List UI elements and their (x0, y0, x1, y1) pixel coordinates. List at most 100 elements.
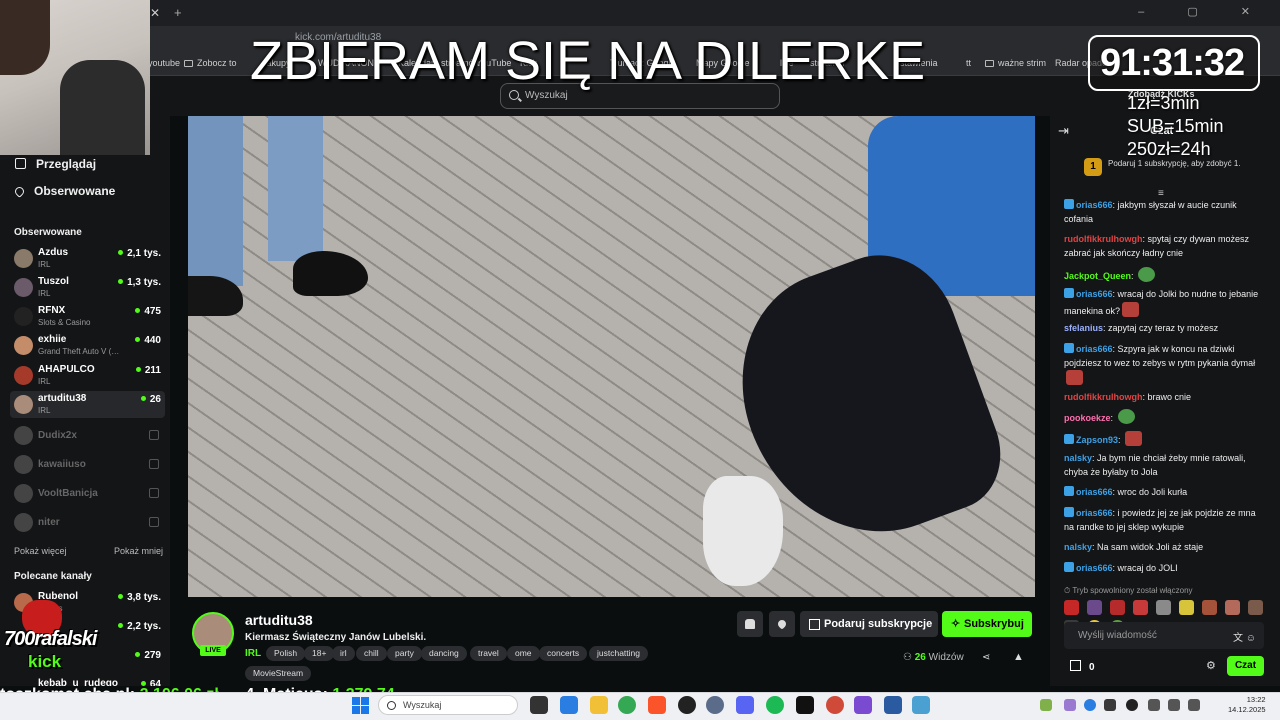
report-icon[interactable]: ▲ (1013, 651, 1024, 663)
sidebar-recommended-channel[interactable]: kebab_u_rudego 64 (10, 676, 165, 686)
desktop-icon[interactable] (560, 696, 578, 714)
emote[interactable] (1064, 600, 1079, 615)
offline-icon (149, 517, 159, 527)
tag[interactable]: concerts (539, 646, 588, 661)
chat-username[interactable]: orias666 (1076, 487, 1113, 497)
emote[interactable] (1086, 600, 1102, 615)
sidebar-channel-vooltbanicja[interactable]: VooltBanicja (10, 480, 165, 507)
close-tab-icon[interactable]: ✕ (150, 6, 160, 20)
brave-icon[interactable] (648, 696, 666, 714)
chat-username[interactable]: orias666 (1076, 508, 1113, 518)
sidebar-channel-artuditu38[interactable]: artuditu38 IRL 26 (10, 391, 165, 418)
chat-username[interactable]: rudolfikkrulhowgh (1064, 392, 1143, 402)
sidebar-channel-azdus[interactable]: Azdus IRL 2,1 tys. (10, 245, 165, 272)
streamer-name[interactable]: artuditu38 (245, 612, 313, 628)
send-chat-button[interactable]: Czat (1227, 656, 1264, 676)
share-icon[interactable]: ⋖ (982, 652, 990, 663)
tray-icon[interactable] (1104, 699, 1116, 711)
chat-username[interactable]: orias666 (1076, 289, 1113, 299)
battery-icon[interactable] (1188, 699, 1200, 711)
emote[interactable] (1201, 600, 1217, 615)
tag[interactable]: dancing (421, 646, 467, 661)
follow-button[interactable] (769, 611, 795, 637)
gift-leaderboard-badge[interactable]: 1 (1084, 158, 1102, 176)
notification-button[interactable] (737, 611, 763, 637)
category-link[interactable]: IRL (245, 648, 261, 659)
tag[interactable]: 18+ (304, 646, 335, 661)
taskbar-clock[interactable]: 13:22 14.12.2025 (1228, 695, 1266, 715)
emote[interactable] (1224, 600, 1240, 615)
bookmark[interactable]: Zobocz to (184, 58, 237, 68)
app-icon[interactable] (854, 696, 872, 714)
app-icon[interactable] (706, 696, 724, 714)
app-icon[interactable] (884, 696, 902, 714)
notepad-icon[interactable] (912, 696, 930, 714)
bookmark[interactable]: youtube (148, 58, 180, 68)
tiktok-icon[interactable] (796, 696, 814, 714)
tag[interactable]: Polish (266, 646, 306, 661)
chat-username[interactable]: rudolfikkrulhowgh (1064, 234, 1143, 244)
bookmark[interactable]: ważne strim (985, 58, 1046, 68)
sidebar-channel-exhiie[interactable]: exhiie Grand Theft Auto V (… 440 (10, 332, 165, 359)
windows-start-icon[interactable] (352, 697, 369, 714)
emote[interactable] (1178, 600, 1194, 615)
chat-message-input[interactable]: Wyślij wiadomość 文 ☺ (1064, 622, 1264, 649)
sidebar-channel-ahapulco[interactable]: AHAPULCO IRL 211 (10, 362, 165, 389)
chat-message: rudolfikkrulhowgh: spytaj czy dywan może… (1064, 234, 1250, 258)
nav-browse[interactable]: Przeglądaj (15, 157, 96, 171)
chat-settings-icon[interactable]: ⚙ (1206, 659, 1216, 672)
sidebar-channel-kawaiiuso[interactable]: kawaiiuso (10, 451, 165, 478)
tag[interactable]: party (387, 646, 422, 661)
app-icon[interactable] (826, 696, 844, 714)
chat-username[interactable]: sfelanius (1064, 323, 1103, 333)
chat-username[interactable]: orias666 (1076, 200, 1113, 210)
show-less-link[interactable]: Pokaż mniej (114, 546, 163, 556)
chat-username[interactable]: orias666 (1076, 563, 1113, 573)
tag[interactable]: irl (332, 646, 355, 661)
chat-username[interactable]: orias666 (1076, 344, 1113, 354)
chat-username[interactable]: nalsky (1064, 453, 1092, 463)
chat-username[interactable]: pookoekze (1064, 413, 1111, 423)
tray-icon[interactable] (1064, 699, 1076, 711)
discord-icon[interactable] (736, 696, 754, 714)
channel-points[interactable]: 0 (1070, 660, 1095, 673)
tag[interactable]: ome (507, 646, 540, 661)
spotify-icon[interactable] (766, 696, 784, 714)
chat-username[interactable]: nalsky (1064, 542, 1092, 552)
sidebar-channel-niter[interactable]: niter (10, 509, 165, 536)
tag[interactable]: travel (470, 646, 507, 661)
collapse-chat-icon[interactable]: ⇥ (1058, 123, 1069, 139)
explorer-icon[interactable] (590, 696, 608, 714)
taskview-icon[interactable] (530, 696, 548, 714)
subscribe-button[interactable]: Subskrybuj (942, 611, 1032, 637)
bookmark[interactable]: tt (966, 58, 971, 68)
emote[interactable] (1155, 600, 1171, 615)
show-more-link[interactable]: Pokaż więcej (14, 546, 67, 556)
tag[interactable]: MovieStream (245, 666, 312, 681)
sidebar-channel-rfnx[interactable]: RFNX Slots & Casino 475 (10, 303, 165, 330)
tag[interactable]: justchatting (589, 646, 648, 661)
emote[interactable] (1132, 600, 1148, 615)
tray-icon[interactable] (1040, 699, 1052, 711)
network-icon[interactable] (1148, 699, 1160, 711)
emoji-icon[interactable]: 文 ☺ (1233, 629, 1256, 644)
chat-username[interactable]: Zapson93 (1076, 435, 1118, 445)
emote[interactable] (1247, 600, 1263, 615)
steam-icon[interactable] (1126, 699, 1138, 711)
tag[interactable]: chill (356, 646, 387, 661)
bluetooth-icon[interactable] (1084, 699, 1096, 711)
window-controls[interactable]: – ▢ ✕ (1138, 5, 1270, 18)
sidebar-channel-tuszol[interactable]: Tuszol IRL 1,3 tys. (10, 274, 165, 301)
nav-following[interactable]: Obserwowane (13, 184, 115, 198)
emote[interactable] (1109, 600, 1125, 615)
taskbar-search[interactable]: Wyszukaj (378, 695, 518, 715)
obs-icon[interactable] (678, 696, 696, 714)
chat-username[interactable]: Jackpot_Queen (1064, 271, 1131, 281)
gift-subscription-button[interactable]: Podaruj subskrypcje (800, 611, 938, 637)
volume-icon[interactable] (1168, 699, 1180, 711)
chrome-icon[interactable] (618, 696, 636, 714)
sidebar-channel-dudix2x[interactable]: Dudix2x (10, 422, 165, 449)
new-tab-button[interactable]: + (174, 5, 182, 20)
video-player[interactable] (188, 116, 1035, 597)
pinned-icon[interactable]: ≡ (1158, 188, 1164, 199)
